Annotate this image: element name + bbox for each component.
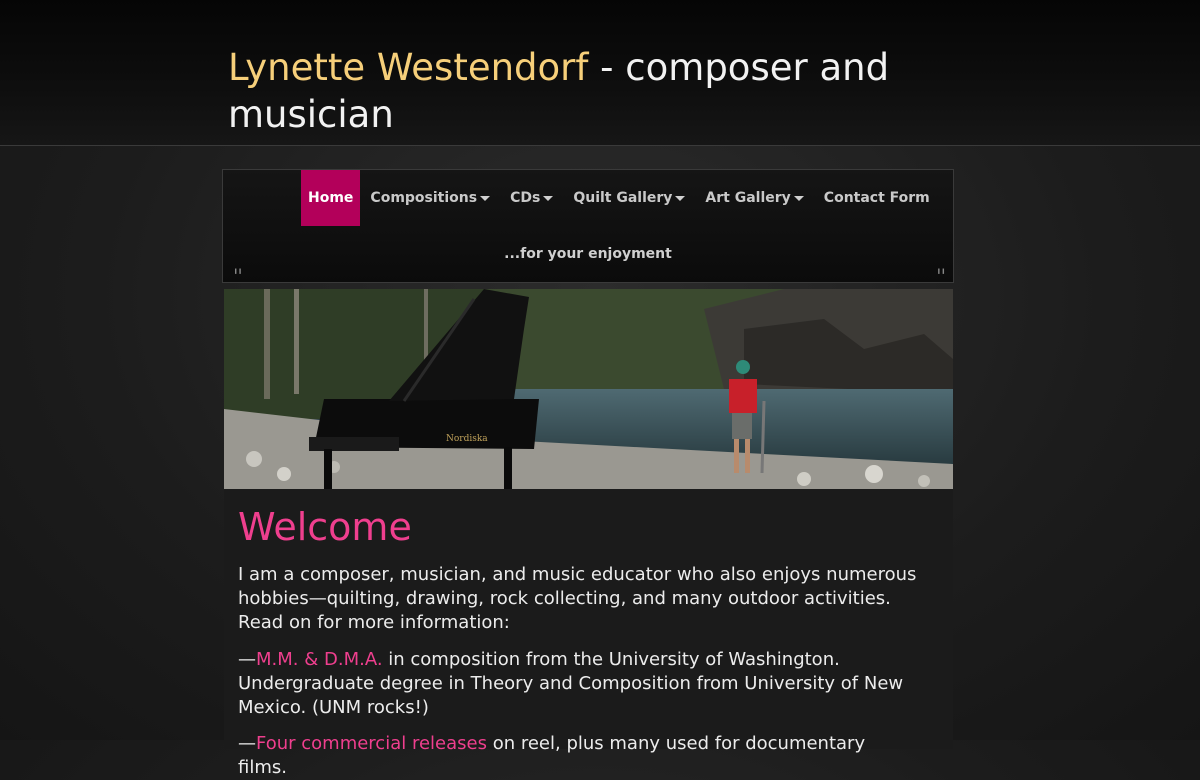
hero-photo: Nordiska xyxy=(224,289,953,489)
releases-link[interactable]: Four commercial releases xyxy=(256,733,487,754)
nav-item-cds[interactable]: CDs xyxy=(500,170,563,226)
corner-rivet-icon: ╹╹ xyxy=(936,270,946,280)
nav-item-label: CDs xyxy=(510,190,541,206)
nav-item-label: Home xyxy=(308,190,354,206)
degree-link[interactable]: M.M. & D.M.A. xyxy=(256,649,383,670)
dash: — xyxy=(238,649,256,670)
releases-paragraph: —Four commercial releases on reel, plus … xyxy=(238,732,918,780)
main-content: Welcome I am a composer, musician, and m… xyxy=(224,489,953,778)
nav-item-contact-form[interactable]: Contact Form xyxy=(814,170,940,226)
nav-item-label: Quilt Gallery xyxy=(573,190,673,206)
site-title-name[interactable]: Lynette Westendorf xyxy=(228,46,588,89)
nav-item-label: Compositions xyxy=(370,190,478,206)
chevron-down-icon xyxy=(480,195,491,201)
nav-item-label: Art Gallery xyxy=(705,190,791,206)
nav-item-home[interactable]: Home xyxy=(301,170,361,226)
nav-item-for-your-enjoyment[interactable]: ...for your enjoyment xyxy=(223,246,953,262)
header-bar: Lynette Westendorf - composer and musici… xyxy=(0,0,1200,146)
chevron-down-icon xyxy=(675,195,686,201)
intro-paragraph: I am a composer, musician, and music edu… xyxy=(238,564,917,633)
corner-rivet-icon: ╹╹ xyxy=(233,270,243,280)
main-nav: Home Compositions CDs Quilt Gallery Art … xyxy=(222,169,954,283)
nav-item-compositions[interactable]: Compositions xyxy=(360,170,500,226)
hero-image: Nordiska xyxy=(224,289,953,489)
degree-paragraph: —M.M. & D.M.A. in composition from the U… xyxy=(238,648,918,720)
chevron-down-icon xyxy=(543,195,554,201)
nav-item-quilt-gallery[interactable]: Quilt Gallery xyxy=(563,170,695,226)
page-title: Welcome xyxy=(238,505,412,549)
dash: — xyxy=(238,733,256,754)
chevron-down-icon xyxy=(793,195,804,201)
nav-item-label: Contact Form xyxy=(823,190,930,206)
site-title: Lynette Westendorf - composer and musici… xyxy=(228,44,908,138)
piano-brand: Nordiska xyxy=(446,434,488,444)
nav-menu: Home Compositions CDs Quilt Gallery Art … xyxy=(301,170,940,226)
nav-item-art-gallery[interactable]: Art Gallery xyxy=(695,170,813,226)
